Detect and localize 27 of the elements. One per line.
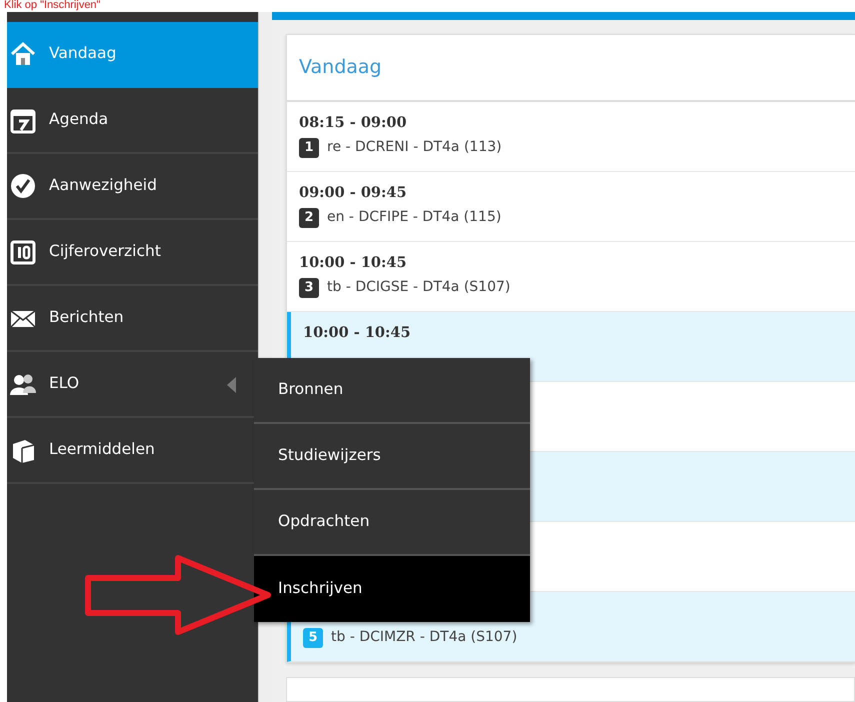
caret-icon (227, 377, 236, 393)
sidebar-label: Aanwezigheid (49, 175, 157, 196)
sidebar-label: Agenda (49, 109, 108, 130)
sidebar-label: Vandaag (49, 43, 116, 64)
submenu-item[interactable]: Inschrijven (254, 556, 530, 622)
lesson-time: 10:00 - 10:45 (303, 324, 412, 342)
grade-icon (9, 238, 37, 266)
annotation-caption: Klik op "Inschrijven" (4, 0, 100, 11)
lesson-time: 08:15 - 09:00 (299, 114, 408, 132)
sidebar-label: Leermiddelen (49, 439, 155, 460)
lesson-info: re - DCRENI - DT4a (113) (327, 138, 502, 157)
home-icon (9, 40, 37, 68)
sidebar-label: ELO (49, 373, 80, 394)
lesson-info: en - DCFIPE - DT4a (115) (327, 208, 502, 227)
lesson-time: 09:00 - 09:45 (299, 184, 408, 202)
card-title: Vandaag (287, 35, 855, 102)
hour-number: 5 (303, 628, 323, 648)
hour-number: 1 (299, 138, 319, 158)
hour-number: 3 (299, 278, 319, 298)
sidebar-label: Cijferoverzicht (49, 241, 161, 262)
lesson-info: tb - DCIMZR - DT4a (S107) (331, 628, 518, 647)
lesson-info: tb - DCIGSE - DT4a (S107) (327, 278, 510, 297)
sidebar-label: Berichten (49, 307, 124, 328)
submenu-item[interactable]: Bronnen (254, 358, 530, 424)
lesson-time: 10:00 - 10:45 (299, 254, 408, 272)
hour-number: 2 (299, 208, 319, 228)
submenu-item[interactable]: Studiewijzers (254, 424, 530, 490)
